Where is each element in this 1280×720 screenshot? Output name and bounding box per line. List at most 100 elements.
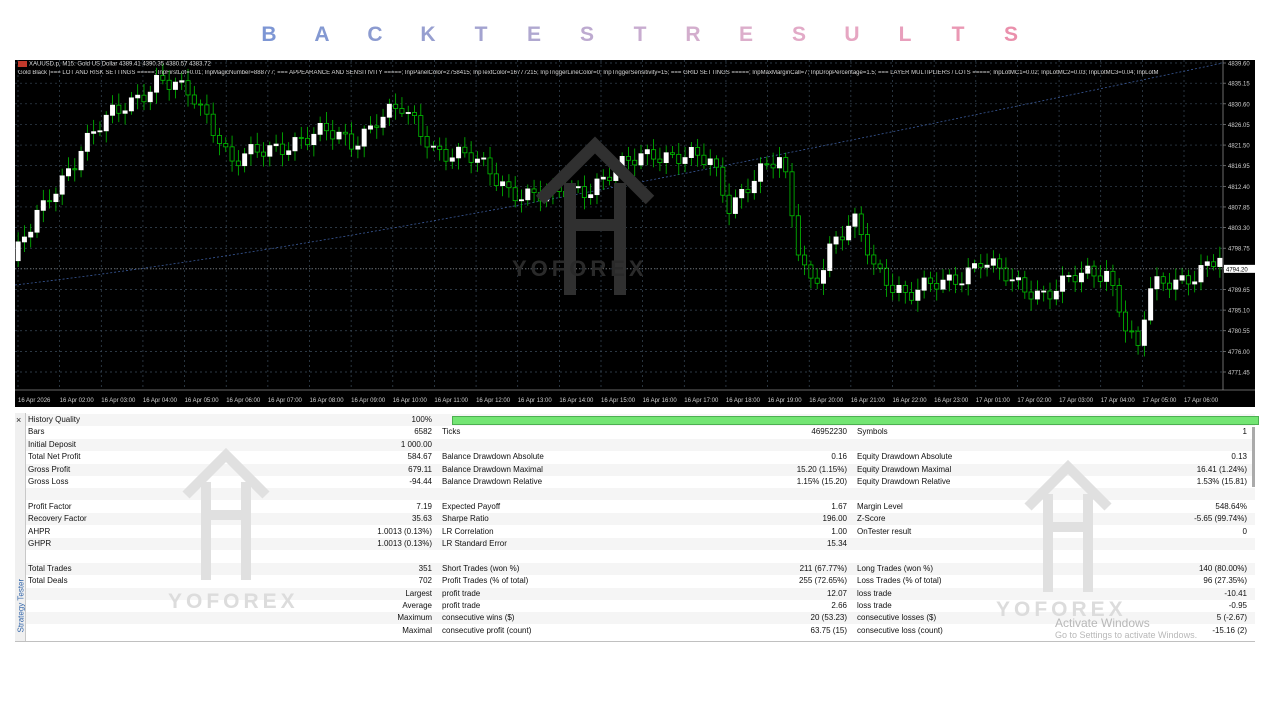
table-row: Bars 6582 Ticks 46952230 Symbols 1 — [26, 426, 1255, 438]
bear-candle — [47, 200, 53, 203]
scrollbar[interactable] — [1252, 427, 1255, 487]
time-label: 16 Apr 09:00 — [351, 398, 386, 404]
time-label: 16 Apr 17:00 — [684, 398, 719, 404]
bull-candle — [1066, 275, 1072, 277]
logo-watermark-icon — [182, 447, 270, 580]
price-label: 4780.55 — [1228, 329, 1250, 335]
stat-label: Gross Loss — [28, 477, 69, 486]
activate-title: Activate Windows — [1055, 616, 1150, 630]
bull-candle — [846, 225, 852, 241]
bull-candle — [242, 153, 248, 167]
table-row: History Quality 100% — [26, 414, 1259, 426]
bull-candle — [449, 157, 455, 162]
banner-letter: T — [633, 23, 647, 46]
bear-candle — [934, 283, 940, 290]
stat-label: LR Standard Error — [442, 539, 507, 548]
stat-label: consecutive profit (count) — [442, 625, 532, 635]
stat-value: 1 — [1242, 427, 1247, 437]
price-label: 4785.10 — [1228, 309, 1250, 315]
bull-candle — [481, 157, 487, 160]
stat-label: Ticks — [442, 427, 461, 437]
time-label: 17 Apr 02:00 — [1017, 398, 1052, 404]
bull-candle — [1179, 275, 1185, 281]
bull-candle — [361, 128, 367, 147]
time-label: 16 Apr 07:00 — [268, 398, 303, 404]
time-label: 16 Apr 23:00 — [934, 398, 969, 404]
bull-candle — [34, 209, 40, 233]
bull-candle — [972, 263, 977, 269]
bear-candle — [342, 131, 348, 135]
stat-label: Sharpe Ratio — [442, 514, 489, 524]
bull-candle — [1085, 265, 1091, 274]
price-label: 4835.15 — [1228, 82, 1250, 88]
time-label: 16 Apr 05:00 — [185, 398, 220, 404]
bull-candle — [248, 144, 254, 155]
bear-candle — [305, 137, 311, 146]
banner-letter: L — [898, 23, 912, 46]
bull-candle — [59, 175, 65, 195]
bull-candle — [355, 145, 361, 150]
bull-candle — [110, 104, 115, 116]
bear-candle — [676, 153, 682, 164]
stat-label: History Quality — [28, 415, 81, 424]
bull-candle — [21, 236, 27, 243]
bull-candle — [959, 283, 965, 286]
time-label: 16 Apr 10:00 — [393, 398, 428, 404]
stat-label: profit trade — [442, 601, 481, 610]
time-label: 16 Apr 20:00 — [809, 398, 844, 404]
bull-candle — [179, 80, 185, 83]
stat-label: Gross Profit — [28, 464, 71, 474]
time-label: 16 Apr 13:00 — [518, 398, 553, 404]
expert-parameters: Gold Black |=== LOT AND RISK SETTINGS ==… — [18, 70, 1159, 76]
time-label: 16 Apr 08:00 — [310, 398, 345, 404]
bear-candle — [204, 104, 210, 115]
bull-candle — [827, 243, 833, 271]
price-chart[interactable]: 4839.60 4835.15 4830.60 4826.05 4821.50 4816.… — [15, 60, 1255, 407]
time-label: 16 Apr 22:00 — [893, 398, 928, 404]
current-price-label: 4794.20 — [1226, 267, 1248, 273]
bear-candle — [1047, 290, 1053, 300]
stat-label: Symbols — [857, 427, 888, 437]
banner-letter: E — [526, 23, 541, 46]
bull-candle — [273, 143, 279, 147]
history-quality-bar — [452, 416, 1259, 425]
bear-candle — [493, 173, 499, 187]
banner-title: BACKTESTRESULTS — [0, 18, 1280, 52]
bear-candle — [443, 149, 449, 162]
price-label: 4812.40 — [1228, 185, 1250, 191]
bull-candle — [368, 125, 373, 130]
close-icon[interactable]: × — [16, 415, 21, 425]
time-label: 16 Apr 2026 — [18, 398, 51, 404]
bear-candle — [72, 168, 78, 171]
stat-label: Balance Drawdown Absolute — [442, 452, 544, 462]
chart-watermark-text: YOFOREX — [512, 256, 648, 281]
bear-candle — [1160, 276, 1166, 284]
bear-candle — [670, 152, 675, 155]
stat-label: Profit Trades (% of total) — [442, 576, 529, 586]
bear-candle — [223, 143, 229, 148]
bear-candle — [1167, 282, 1172, 290]
bear-candle — [726, 194, 732, 214]
stat-value: 211 (67.77%) — [799, 563, 847, 573]
stat-label: Balance Drawdown Maximal — [442, 464, 543, 474]
bear-candle — [927, 277, 933, 284]
bear-candle — [374, 125, 380, 128]
bull-candle — [1104, 270, 1110, 282]
bull-candle — [386, 103, 392, 118]
time-label: 16 Apr 21:00 — [851, 398, 886, 404]
bull-candle — [1204, 261, 1210, 266]
stat-label: Total Net Profit — [28, 452, 81, 462]
bear-candle — [279, 143, 285, 155]
price-label: 4821.50 — [1228, 144, 1250, 150]
bear-candle — [997, 258, 1003, 269]
bull-candle — [147, 91, 153, 103]
bull-candle — [1034, 290, 1040, 300]
activate-subtitle: Go to Settings to activate Windows. — [1055, 630, 1198, 640]
stat-value: 12.07 — [826, 588, 847, 598]
bear-candle — [261, 151, 266, 157]
stat-value: 63.75 (15) — [810, 625, 847, 635]
bear-candle — [323, 122, 329, 132]
bull-candle — [1148, 288, 1154, 321]
bull-candle — [286, 150, 292, 155]
bull-candle — [732, 197, 738, 214]
